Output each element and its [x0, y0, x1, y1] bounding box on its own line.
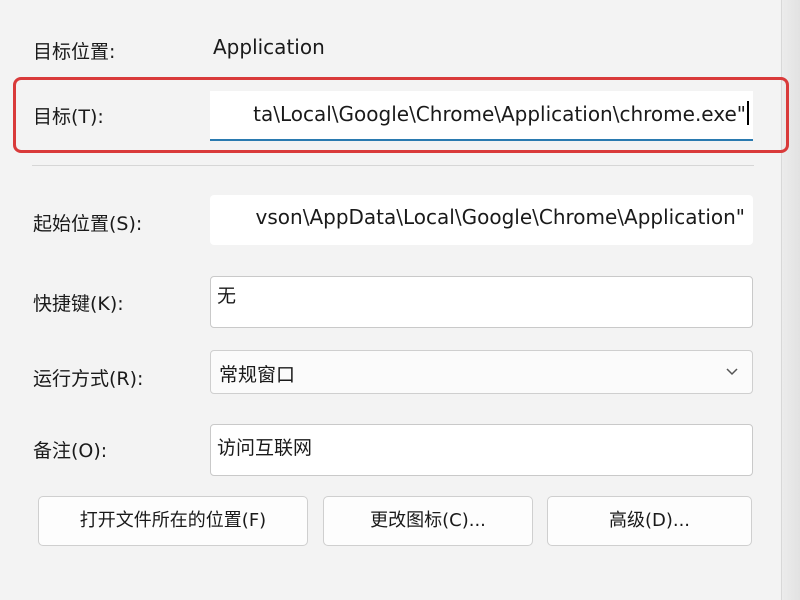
comment-label: 备注(O): — [33, 440, 108, 462]
section-divider — [32, 165, 754, 166]
target-type-label: 目标位置: — [33, 41, 116, 63]
run-label: 运行方式(R): — [33, 368, 144, 390]
text-caret — [747, 101, 749, 125]
target-input-text: ta\Local\Google\Chrome\Application\chrom… — [253, 102, 746, 126]
run-dropdown[interactable]: 常规窗口 — [210, 350, 753, 394]
shortcut-key-label: 快捷键(K): — [33, 293, 124, 315]
target-type-value: Application — [213, 35, 325, 59]
comment-input[interactable]: 访问互联网 — [210, 424, 753, 476]
shortcut-key-input[interactable]: 无 — [210, 276, 753, 328]
run-dropdown-value: 常规窗口 — [219, 364, 296, 386]
target-label: 目标(T): — [33, 106, 104, 128]
chevron-down-icon — [726, 368, 738, 376]
shortcut-properties-dialog: 目标位置: Application 目标(T): ta\Local\Google… — [0, 0, 800, 600]
shortcut-key-input-text: 无 — [217, 285, 237, 307]
change-icon-button[interactable]: 更改图标(C)... — [323, 496, 533, 546]
open-file-location-button[interactable]: 打开文件所在的位置(F) — [38, 496, 308, 546]
start-in-input[interactable]: vson\AppData\Local\Google\Chrome\Applica… — [210, 195, 753, 245]
start-in-label: 起始位置(S): — [33, 213, 143, 235]
start-in-input-text: vson\AppData\Local\Google\Chrome\Applica… — [255, 205, 745, 229]
target-input[interactable]: ta\Local\Google\Chrome\Application\chrom… — [210, 91, 753, 141]
advanced-button[interactable]: 高级(D)... — [547, 496, 752, 546]
comment-input-text: 访问互联网 — [217, 437, 313, 459]
